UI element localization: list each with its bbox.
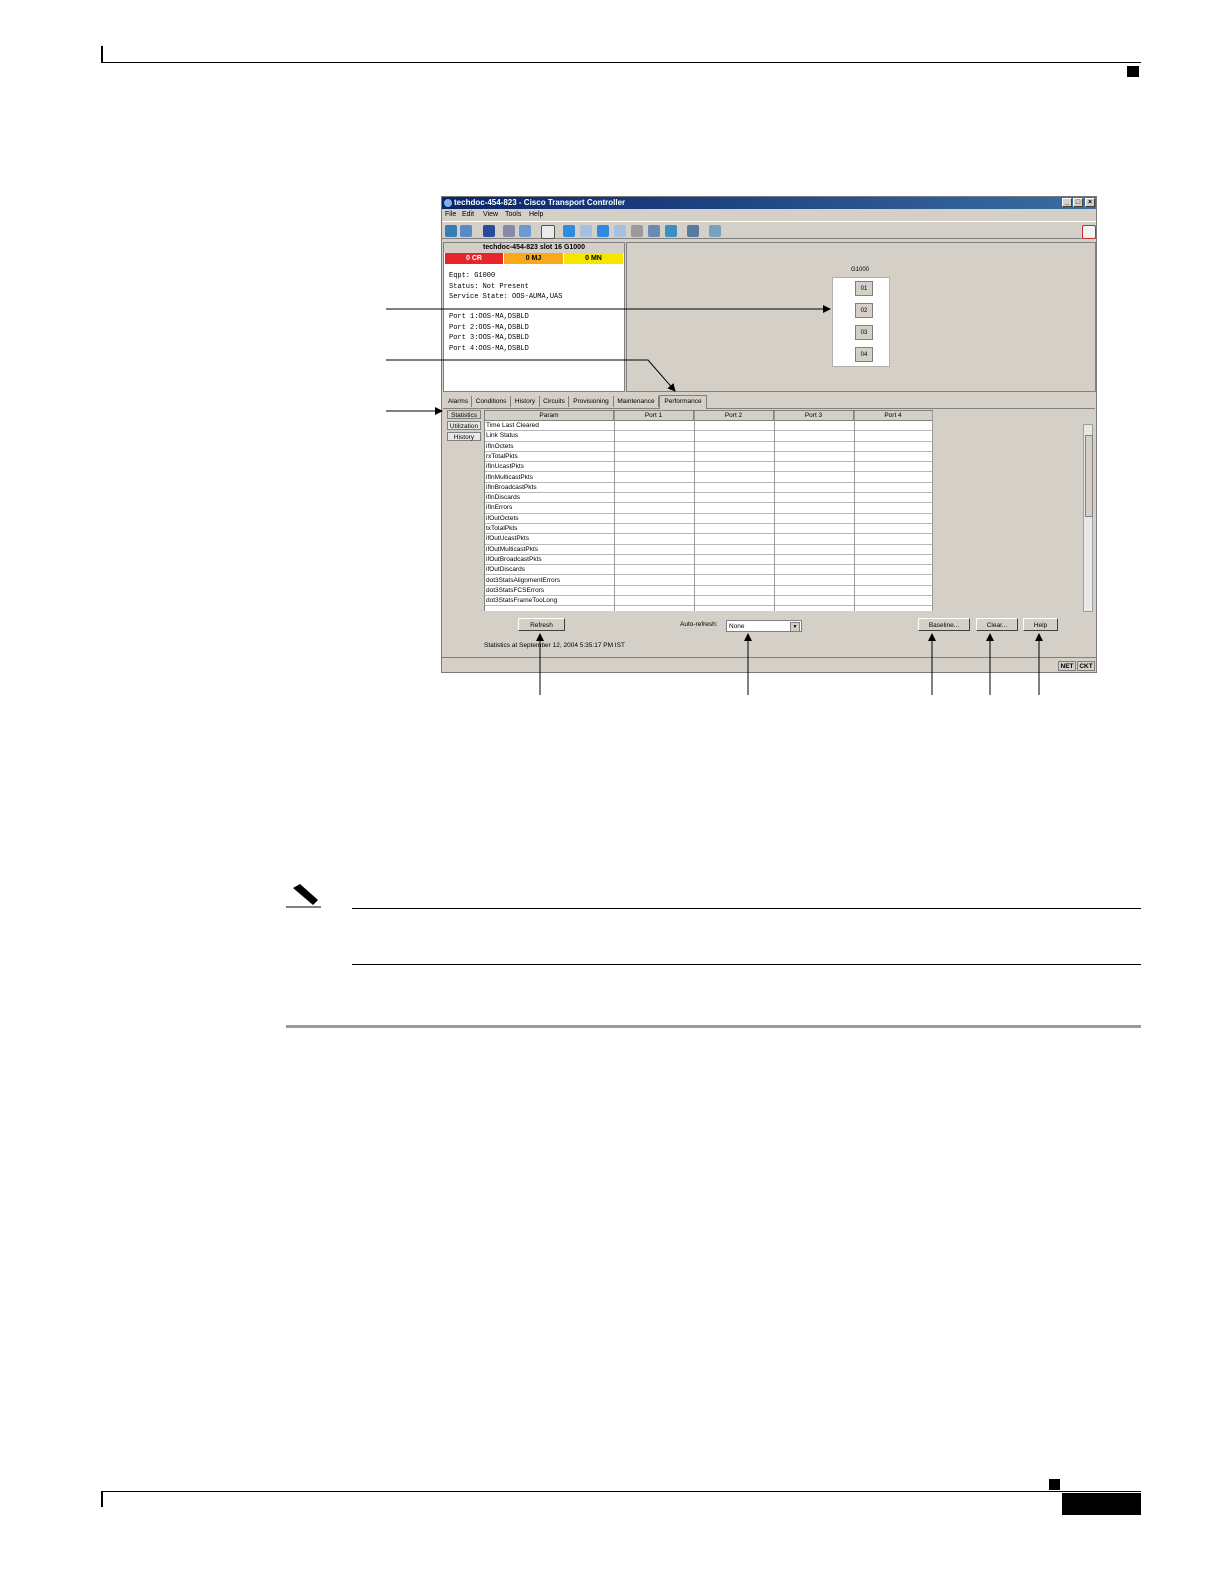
page-number-box xyxy=(1062,1493,1141,1515)
callout-line xyxy=(386,359,676,392)
note-top-rule xyxy=(352,908,1141,909)
callout-lines xyxy=(286,305,1043,908)
note-pencil-icon xyxy=(286,884,321,908)
footer-rule xyxy=(101,1491,1141,1492)
procedure-end-rule xyxy=(286,1025,1141,1028)
footer-marker xyxy=(1049,1479,1060,1490)
footer-tick xyxy=(101,1491,103,1507)
note-bottom-rule xyxy=(352,964,1141,965)
